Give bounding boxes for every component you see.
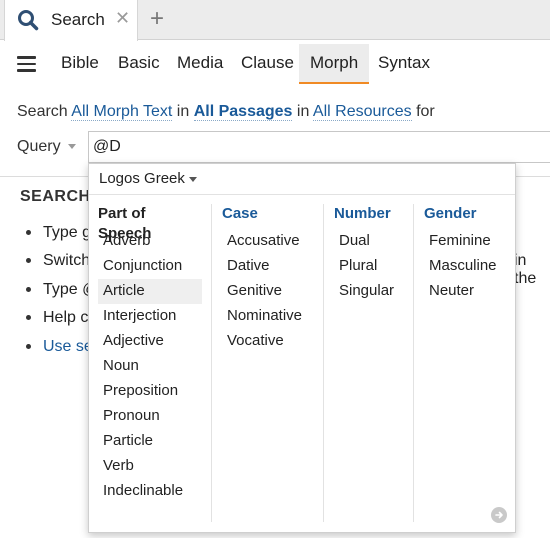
option-masculine[interactable]: Masculine (424, 254, 509, 279)
query-input[interactable] (88, 131, 550, 163)
in-text: in (176, 103, 190, 120)
tab-syntax[interactable]: Syntax (367, 44, 441, 84)
option-singular[interactable]: Singular (334, 279, 414, 304)
tab-morph[interactable]: Morph (299, 44, 370, 84)
option-verb[interactable]: Verb (98, 454, 202, 479)
close-icon[interactable]: ✕ (115, 8, 130, 29)
divider (89, 194, 515, 195)
column-divider (323, 204, 324, 522)
passages-link[interactable]: All Passages (193, 103, 293, 121)
chevron-down-icon[interactable] (189, 177, 197, 182)
option-plural[interactable]: Plural (334, 254, 414, 279)
option-feminine[interactable]: Feminine (424, 229, 509, 254)
tab-title: Search (51, 10, 105, 29)
help-heading: SEARCH (20, 188, 91, 205)
chevron-down-icon[interactable] (68, 144, 76, 149)
for-text: for (416, 103, 435, 120)
search-tab[interactable]: Search ✕ (4, 0, 138, 41)
option-accusative[interactable]: Accusative (222, 229, 322, 254)
tab-basic[interactable]: Basic (107, 44, 171, 84)
resources-link[interactable]: All Resources (312, 103, 412, 121)
query-type-dropdown[interactable]: Query (17, 138, 61, 156)
morph-autocomplete-dropdown: Logos Greek Part of Speech Adverb Conjun… (88, 163, 516, 533)
option-interjection[interactable]: Interjection (98, 304, 202, 329)
option-dual[interactable]: Dual (334, 229, 414, 254)
option-preposition[interactable]: Preposition (98, 379, 202, 404)
option-indeclinable[interactable]: Indeclinable (98, 479, 202, 504)
in-text: in (296, 103, 310, 120)
option-vocative[interactable]: Vocative (222, 329, 322, 354)
search-icon (18, 10, 39, 31)
help-text-fragment: in the (514, 252, 537, 287)
option-neuter[interactable]: Neuter (424, 279, 509, 304)
option-adjective[interactable]: Adjective (98, 329, 202, 354)
option-genitive[interactable]: Genitive (222, 279, 322, 304)
new-tab-button[interactable]: + (150, 6, 164, 32)
column-divider (211, 204, 212, 522)
hamburger-menu-icon[interactable] (17, 56, 36, 72)
column-case: Case Accusative Dative Genitive Nominati… (222, 204, 322, 354)
help-item: Type g (26, 224, 91, 242)
help-item: Switch (26, 252, 90, 270)
column-part-of-speech: Part of Speech Adverb Conjunction Articl… (98, 204, 202, 504)
column-gender: Gender Feminine Masculine Neuter (424, 204, 509, 304)
tab-bible[interactable]: Bible (50, 44, 110, 84)
column-number: Number Dual Plural Singular (334, 204, 414, 304)
column-header: Case (222, 205, 258, 222)
column-header: Number (334, 205, 391, 222)
option-article[interactable]: Article (98, 279, 202, 304)
option-pronoun[interactable]: Pronoun (98, 404, 202, 429)
column-header: Gender (424, 205, 477, 222)
option-nominative[interactable]: Nominative (222, 304, 322, 329)
help-item: Help c (26, 309, 88, 327)
language-selector[interactable]: Logos Greek (99, 170, 185, 187)
column-header: Part of Speech (98, 205, 152, 242)
help-item[interactable]: Use se (26, 338, 93, 356)
tab-clause[interactable]: Clause (230, 44, 305, 84)
option-particle[interactable]: Particle (98, 429, 202, 454)
option-dative[interactable]: Dative (222, 254, 322, 279)
tab-media[interactable]: Media (166, 44, 234, 84)
tab-bar: Search ✕ + (0, 0, 550, 41)
search-scope-line: Search All Morph Text in All Passages in… (17, 103, 435, 121)
option-conjunction[interactable]: Conjunction (98, 254, 202, 279)
column-divider (413, 204, 414, 522)
option-noun[interactable]: Noun (98, 354, 202, 379)
morph-text-link[interactable]: All Morph Text (71, 103, 173, 121)
option-adverb[interactable]: Adverb (98, 229, 202, 254)
search-prefix: Search (17, 103, 68, 120)
arrow-right-icon[interactable] (491, 507, 507, 523)
